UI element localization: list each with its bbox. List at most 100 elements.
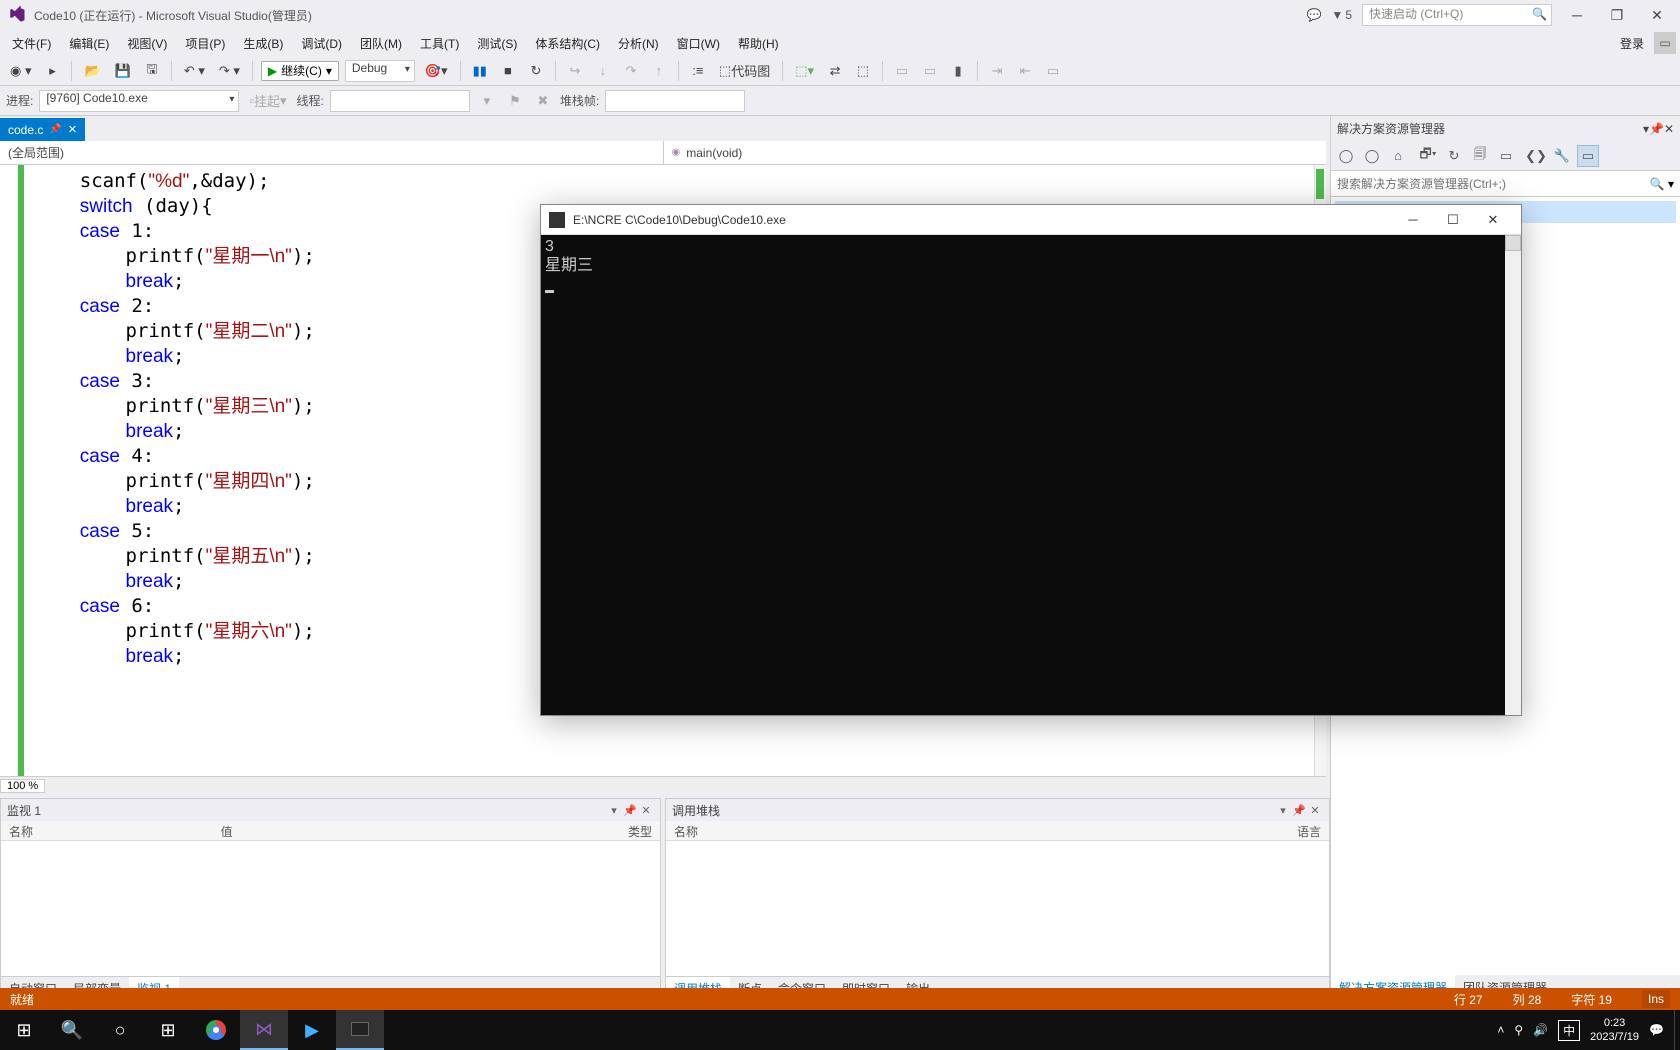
step-over-icon[interactable]: ↷ xyxy=(620,60,642,82)
thread-dropdown[interactable] xyxy=(330,90,470,112)
menu-analyze[interactable]: 分析(N) xyxy=(610,32,667,55)
tray-volume-icon[interactable]: 🔊 xyxy=(1533,1023,1548,1037)
tray-expand-icon[interactable]: ˄ xyxy=(1497,1023,1504,1037)
panel-pin-icon[interactable]: 📌 xyxy=(1649,122,1664,136)
console-scrollbar[interactable] xyxy=(1505,235,1521,715)
menu-build[interactable]: 生成(B) xyxy=(235,32,291,55)
outdent-icon[interactable]: ⇤ xyxy=(1014,60,1036,82)
tray-notifications-icon[interactable]: 💬 xyxy=(1649,1023,1664,1037)
console-window[interactable]: E:\NCRE C\Code10\Debug\Code10.exe ─ ☐ ✕ … xyxy=(540,204,1522,716)
continue-button[interactable]: ▶继续(C) ▾ xyxy=(261,61,339,81)
menu-project[interactable]: 项目(P) xyxy=(177,32,233,55)
step-options-icon[interactable]: 🎯▾ xyxy=(421,60,452,82)
flag-icon[interactable]: ⚑ xyxy=(504,90,526,112)
tb-icon-2[interactable]: ⇄ xyxy=(824,60,846,82)
menu-debug[interactable]: 调试(D) xyxy=(293,32,350,55)
quick-launch-input[interactable]: 快速启动 (Ctrl+Q) xyxy=(1362,4,1552,26)
start-button[interactable]: ⊞ xyxy=(0,1010,48,1050)
uncomment-icon[interactable]: ▭ xyxy=(919,60,941,82)
taskbar-store[interactable]: ▶ xyxy=(288,1010,336,1050)
watch-col-type[interactable]: 类型 xyxy=(620,821,660,840)
console-minimize-icon[interactable]: ─ xyxy=(1393,206,1433,234)
sol-preview-icon[interactable]: ▭ xyxy=(1577,145,1599,167)
step-into-icon[interactable]: ↓ xyxy=(592,60,614,82)
menu-file[interactable]: 文件(F) xyxy=(4,32,59,55)
configuration-dropdown[interactable]: Debug xyxy=(345,60,415,82)
show-desktop-button[interactable] xyxy=(1674,1010,1680,1050)
sol-forward-icon[interactable]: ◯ xyxy=(1361,145,1383,167)
menu-tools[interactable]: 工具(T) xyxy=(412,32,467,55)
taskbar-chrome[interactable] xyxy=(192,1010,240,1050)
taskbar-console[interactable] xyxy=(336,1010,384,1050)
panel-pin-icon[interactable]: 📌 xyxy=(1291,804,1307,817)
console-titlebar[interactable]: E:\NCRE C\Code10\Debug\Code10.exe ─ ☐ ✕ xyxy=(541,205,1521,235)
tray-wifi-icon[interactable]: ⚲ xyxy=(1514,1023,1523,1037)
pin-icon[interactable]: 📌 xyxy=(49,124,61,135)
tab-close-icon[interactable]: ✕ xyxy=(68,123,77,136)
sol-code-icon[interactable]: ❮❯ xyxy=(1525,145,1547,167)
console-output[interactable]: 3 星期三 xyxy=(541,235,1521,715)
sol-showall-icon[interactable]: ▭ xyxy=(1495,145,1517,167)
watch-col-name[interactable]: 名称 xyxy=(1,821,213,840)
redo-icon[interactable]: ↷ ▾ xyxy=(215,60,244,82)
solution-search-input[interactable] xyxy=(1337,177,1650,191)
tb-icon-1[interactable]: ⬚▾ xyxy=(791,60,818,82)
pause-icon[interactable]: ▮▮ xyxy=(469,60,491,82)
panel-dropdown-icon[interactable]: ▾ xyxy=(606,804,622,817)
scope-dropdown[interactable]: (全局范围) xyxy=(0,141,664,164)
sol-scope-icon[interactable]: 🗗▾ xyxy=(1417,145,1439,167)
menu-view[interactable]: 视图(V) xyxy=(119,32,175,55)
undo-icon[interactable]: ↶ ▾ xyxy=(180,60,209,82)
watch-body[interactable] xyxy=(1,841,660,976)
console-maximize-icon[interactable]: ☐ xyxy=(1433,206,1473,234)
tab-code-c[interactable]: code.c 📌 ✕ xyxy=(0,118,85,141)
nav-back-icon[interactable]: ◉ ▾ xyxy=(6,60,35,82)
menu-window[interactable]: 窗口(W) xyxy=(669,32,728,55)
show-next-statement-icon[interactable]: ↪ xyxy=(564,60,586,82)
notifications-flag[interactable]: ▼5 xyxy=(1331,8,1352,22)
maximize-button[interactable]: ❐ xyxy=(1602,3,1632,27)
tb-icon-3[interactable]: ⬚ xyxy=(852,60,874,82)
format-icon[interactable]: ▭ xyxy=(1042,60,1064,82)
callstack-col-name[interactable]: 名称 xyxy=(666,821,1289,840)
flagged-icon[interactable]: ✖ xyxy=(532,90,554,112)
feedback-icon[interactable]: 💬 xyxy=(1306,8,1321,22)
stackframe-dropdown[interactable] xyxy=(605,90,745,112)
close-button[interactable]: ✕ xyxy=(1642,3,1672,27)
tray-ime[interactable]: 中 xyxy=(1558,1020,1580,1041)
comment-icon[interactable]: ▭ xyxy=(891,60,913,82)
search-button[interactable]: 🔍 xyxy=(48,1010,96,1050)
search-icon[interactable]: 🔍 ▾ xyxy=(1650,177,1674,191)
stop-icon[interactable]: ■ xyxy=(497,60,519,82)
sol-collapse-icon[interactable]: 🗐 xyxy=(1469,145,1491,167)
nav-forward-icon[interactable]: ▸ xyxy=(41,60,63,82)
sol-home-icon[interactable]: ⌂ xyxy=(1387,145,1409,167)
hex-display-icon[interactable]: :≡ xyxy=(687,60,709,82)
menu-architecture[interactable]: 体系结构(C) xyxy=(527,32,608,55)
watch-col-value[interactable]: 值 xyxy=(213,821,620,840)
solution-search[interactable]: 🔍 ▾ xyxy=(1331,171,1680,197)
sol-properties-icon[interactable]: 🔧 xyxy=(1551,145,1573,167)
taskview-button[interactable]: ⊞ xyxy=(144,1010,192,1050)
panel-pin-icon[interactable]: 📌 xyxy=(622,804,638,817)
panel-close-icon[interactable]: ✕ xyxy=(638,804,654,817)
panel-close-icon[interactable]: ✕ xyxy=(1664,122,1674,136)
filter-threads-icon[interactable]: ▾ xyxy=(476,90,498,112)
step-out-icon[interactable]: ↑ xyxy=(648,60,670,82)
code-map-button[interactable]: ⬚ 代码图 xyxy=(715,60,774,82)
menu-help[interactable]: 帮助(H) xyxy=(730,32,787,55)
cortana-button[interactable]: ○ xyxy=(96,1010,144,1050)
status-insert-mode[interactable]: Ins xyxy=(1642,990,1670,1008)
zoom-level[interactable]: 100 % xyxy=(0,779,45,793)
function-dropdown[interactable]: ◉main(void) xyxy=(664,141,1327,164)
sol-refresh-icon[interactable]: ↻ xyxy=(1443,145,1465,167)
suspend-button[interactable]: ▫ 挂起 ▾ xyxy=(245,90,290,112)
bookmark-icon[interactable]: ▮ xyxy=(947,60,969,82)
save-all-icon[interactable]: 🖫 xyxy=(141,60,163,82)
callstack-col-lang[interactable]: 语言 xyxy=(1289,821,1329,840)
menu-edit[interactable]: 编辑(E) xyxy=(61,32,117,55)
restart-icon[interactable]: ↻ xyxy=(525,60,547,82)
panel-close-icon[interactable]: ✕ xyxy=(1307,804,1323,817)
menu-team[interactable]: 团队(M) xyxy=(352,32,410,55)
menu-test[interactable]: 测试(S) xyxy=(469,32,525,55)
